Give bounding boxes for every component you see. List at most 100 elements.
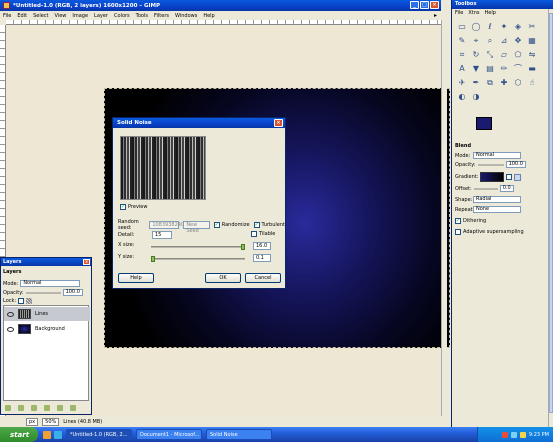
menu-tools[interactable]: Tools (136, 13, 148, 19)
ysize-input[interactable]: 0.1 (253, 254, 271, 262)
quick-launch-icon[interactable] (43, 430, 51, 439)
clone-icon[interactable]: ⧉ (484, 77, 496, 89)
smudge-icon[interactable]: ☝ (526, 77, 538, 89)
maximize-button[interactable]: □ (420, 1, 429, 9)
minimize-button[interactable]: _ (410, 1, 419, 9)
menu-edit[interactable]: Edit (17, 13, 27, 19)
pencil-icon[interactable]: ✏ (498, 63, 510, 75)
layer-name[interactable]: Lines (35, 311, 48, 317)
paintbrush-icon[interactable]: ⌒ (512, 63, 524, 75)
duplicate-layer-icon[interactable] (44, 405, 50, 411)
turbulent-checkbox[interactable]: ✓ (253, 222, 260, 228)
ysize-slider[interactable] (151, 256, 245, 262)
layer-name[interactable]: Background (35, 326, 65, 332)
scale-icon[interactable]: ⤡ (484, 49, 496, 61)
blend-opacity-field[interactable]: 100.0 (505, 161, 526, 168)
visibility-eye-icon[interactable] (7, 311, 14, 317)
taskbar-item-gimp[interactable]: *Untitled-1.0 (RGB, 2... (66, 429, 132, 440)
toolbox-scroll-thumb[interactable] (549, 13, 553, 413)
anchor-layer-icon[interactable] (57, 405, 63, 411)
taskbar-item-word[interactable]: Document1 - Microsof... (136, 429, 202, 440)
main-window-titlebar[interactable]: *Untitled-1.0 (RGB, 2 layers) 1600x1200 … (0, 0, 441, 11)
fuzzy-select-icon[interactable]: ✦ (498, 21, 510, 33)
measure-icon[interactable]: ⊿ (498, 35, 510, 47)
lock-alpha-icon[interactable] (26, 298, 33, 304)
paths-icon[interactable]: ✎ (456, 35, 468, 47)
layers-opacity-slider[interactable] (25, 291, 61, 294)
new-seed-button[interactable]: New Seed (183, 221, 210, 234)
cancel-button[interactable]: Cancel (245, 273, 281, 283)
tileable-checkbox[interactable] (251, 231, 257, 237)
menu-view[interactable]: View (55, 13, 67, 19)
rotate-icon[interactable]: ↻ (470, 49, 482, 61)
blur-icon[interactable]: ◐ (456, 91, 468, 103)
ink-icon[interactable]: ✒ (470, 77, 482, 89)
xsize-slider-handle[interactable] (241, 244, 245, 250)
layers-dock-titlebar[interactable]: Layers × (1, 258, 91, 266)
ok-button[interactable]: OK (205, 273, 241, 283)
start-button[interactable]: start (0, 427, 38, 442)
tray-icon[interactable] (501, 431, 508, 438)
dialog-close-icon[interactable]: × (274, 119, 283, 127)
layers-close-icon[interactable]: × (83, 259, 90, 265)
visibility-eye-icon[interactable] (7, 326, 14, 332)
adaptive-checkbox[interactable] (455, 229, 461, 235)
gradient-editor-icon[interactable] (514, 173, 522, 181)
preview-checkbox[interactable]: ✓ (120, 204, 126, 210)
toolbox-menu-help[interactable]: Help (485, 10, 496, 16)
dithering-checkbox[interactable]: ✓ (455, 218, 461, 224)
scissors-icon[interactable]: ✂ (526, 21, 538, 33)
help-button[interactable]: Help (118, 273, 154, 283)
raise-layer-icon[interactable] (18, 405, 24, 411)
dialog-titlebar[interactable]: Solid Noise × (113, 118, 285, 128)
bucket-fill-icon[interactable]: ▼ (470, 63, 482, 75)
zoom-select[interactable]: 50% (42, 418, 60, 426)
taskbar-item-solid-noise[interactable]: Solid Noise (206, 429, 272, 440)
layers-mode-select[interactable]: Normal (20, 280, 81, 287)
xsize-slider[interactable] (151, 244, 245, 250)
menu-filters[interactable]: Filters (154, 13, 169, 19)
detail-input[interactable]: 15 (152, 231, 172, 239)
quick-launch-icon[interactable] (54, 430, 62, 439)
color-picker-icon[interactable]: ⌖ (470, 35, 482, 47)
layers-opacity-field[interactable]: 100.0 (62, 289, 83, 296)
foreground-color-swatch[interactable] (476, 117, 492, 130)
menu-help[interactable]: Help (203, 13, 214, 19)
eraser-icon[interactable]: ▬ (526, 63, 538, 75)
seed-input[interactable]: 1083938240 (149, 221, 184, 229)
ysize-slider-handle[interactable] (151, 256, 155, 262)
crop-icon[interactable]: ⌗ (456, 49, 468, 61)
unit-select[interactable]: px (26, 418, 39, 426)
ellipse-select-icon[interactable]: ◯ (470, 21, 482, 33)
new-layer-icon[interactable] (5, 405, 11, 411)
menu-image[interactable]: Image (72, 13, 88, 19)
menu-windows[interactable]: Windows (175, 13, 197, 19)
lock-pixels-checkbox[interactable] (18, 298, 25, 304)
blend-mode-select[interactable]: Normal (473, 152, 521, 159)
menu-colors[interactable]: Colors (114, 13, 130, 19)
move-icon[interactable]: ✥ (512, 35, 524, 47)
vertical-scrollbar[interactable] (441, 20, 447, 416)
toolbox-menu-xtns[interactable]: Xtns (468, 10, 479, 16)
menu-select[interactable]: Select (33, 13, 48, 19)
flip-icon[interactable]: ⇋ (526, 49, 538, 61)
reverse-gradient-checkbox[interactable] (506, 174, 513, 180)
offset-slider[interactable] (473, 187, 498, 190)
lasso-icon[interactable]: ℓ (484, 21, 496, 33)
perspective-clone-icon[interactable]: ⬡ (512, 77, 524, 89)
toolbox-menu-file[interactable]: File (455, 10, 463, 16)
layer-row[interactable]: Lines (4, 307, 90, 321)
text-icon[interactable]: A (456, 63, 468, 75)
menu-arrow-icon[interactable]: ▸ (434, 12, 437, 19)
perspective-icon[interactable]: ⬠ (512, 49, 524, 61)
dodge-icon[interactable]: ◑ (470, 91, 482, 103)
randomize-checkbox[interactable]: ✓ (213, 222, 220, 228)
xsize-input[interactable]: 16.0 (253, 242, 271, 250)
toolbox-scrollbar[interactable] (548, 9, 553, 427)
delete-layer-icon[interactable] (70, 405, 76, 411)
lower-layer-icon[interactable] (31, 405, 37, 411)
tray-icon[interactable] (519, 431, 526, 438)
tray-icon[interactable] (510, 431, 517, 438)
heal-icon[interactable]: ✚ (498, 77, 510, 89)
zoom-icon[interactable]: ⌕ (484, 35, 496, 47)
